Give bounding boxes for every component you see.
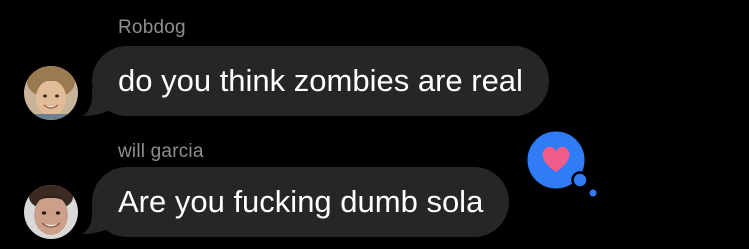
message-bubble[interactable]: do you think zombies are real [92, 46, 549, 116]
message-text: do you think zombies are real [118, 63, 523, 98]
message-bubble[interactable]: Are you fucking dumb sola [92, 167, 510, 237]
message-thread: Robdog do you think zombies are real wil… [0, 0, 749, 249]
avatar-will-garcia[interactable] [24, 185, 78, 239]
tapback-reaction[interactable] [520, 124, 610, 204]
avatar-robdog[interactable] [24, 66, 78, 120]
sender-name: Robdog [118, 17, 186, 38]
sender-name: will garcia [118, 141, 204, 162]
message-text: Are you fucking dumb sola [118, 184, 484, 219]
